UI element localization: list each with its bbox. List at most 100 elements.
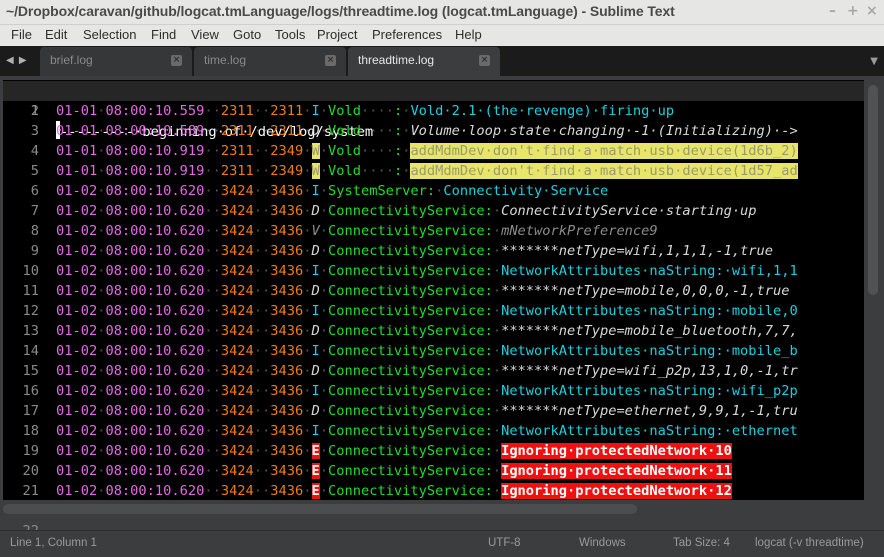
whitespace-marker: ·· xyxy=(204,283,221,299)
log-tag: Vold xyxy=(328,123,361,139)
horizontal-scrollbar-thumb[interactable] xyxy=(3,504,637,514)
log-tag: ConnectivityService xyxy=(328,483,485,499)
close-icon[interactable]: × xyxy=(325,55,336,66)
log-message: Volume·loop·state·changing·-1·(Initializ… xyxy=(410,123,798,139)
log-pid: 3424 xyxy=(220,443,254,459)
log-tag-separator: : xyxy=(484,343,493,359)
log-line: 21 01-02·08:00:10.620··3424··3436·E·Conne… xyxy=(3,481,864,501)
whitespace-marker: ·· xyxy=(204,203,221,219)
log-date: 01-02 xyxy=(56,243,98,259)
log-tag: ConnectivityService xyxy=(328,383,485,399)
line-number: 7 xyxy=(30,203,39,219)
whitespace-marker: · xyxy=(319,143,328,159)
whitespace-marker: ·· xyxy=(253,363,271,379)
log-line: 12 01-02·08:00:10.620··3424··3436·I·Conne… xyxy=(3,301,864,321)
log-line: 7 01-02·08:00:10.620··3424··3436·D·Connec… xyxy=(3,201,864,221)
log-time: 08:00:10.620 xyxy=(105,283,205,299)
log-message: *******netType=wifi_p2p,13,1,0,-1,tr xyxy=(501,363,798,379)
maximize-button[interactable]: + xyxy=(847,3,859,19)
whitespace-marker: ·· xyxy=(204,143,221,159)
whitespace-marker: · xyxy=(492,263,502,279)
line-number: 20 xyxy=(22,463,39,479)
whitespace-marker: ·· xyxy=(253,263,271,279)
close-icon[interactable]: × xyxy=(479,55,490,66)
log-line: 10 01-02·08:00:10.620··3424··3436·I·Conne… xyxy=(3,261,864,281)
line-endings-indicator[interactable]: Windows xyxy=(579,537,626,549)
log-time: 08:00:10.620 xyxy=(105,463,205,479)
menu-find[interactable]: Find xyxy=(151,27,176,42)
log-level: I xyxy=(311,183,320,199)
log-time: 08:00:10.919 xyxy=(105,143,205,159)
menu-help[interactable]: Help xyxy=(455,27,482,42)
log-time: 08:00:10.620 xyxy=(105,203,205,219)
log-line: 9 01-02·08:00:10.620··3424··3436·D·Connec… xyxy=(3,241,864,261)
line-content: 01-02·08:00:10.620··3424··3436·I·Connect… xyxy=(56,301,798,321)
menu-selection[interactable]: Selection xyxy=(83,27,136,42)
whitespace-marker: ·· xyxy=(204,403,221,419)
whitespace-marker: · xyxy=(303,303,312,319)
whitespace-marker: ·· xyxy=(204,243,221,259)
log-level: I xyxy=(311,383,320,399)
log-level: D xyxy=(311,203,320,219)
log-tag: SystemServer xyxy=(328,183,427,199)
whitespace-marker: · xyxy=(303,403,312,419)
log-tid: 3436 xyxy=(270,343,304,359)
title-bar: ~/Dropbox/caravan/github/logcat.tmLangua… xyxy=(0,0,884,25)
tab-nav-arrows-icon[interactable]: ◀ ▶ xyxy=(6,55,28,66)
menu-file[interactable]: File xyxy=(11,27,32,42)
log-date: 01-02 xyxy=(56,323,98,339)
log-level: I xyxy=(311,263,320,279)
log-tid: 3436 xyxy=(270,183,304,199)
log-tag: ConnectivityService xyxy=(328,203,485,219)
tab-label: brief.log xyxy=(50,53,93,67)
syntax-indicator[interactable]: logcat (-v threadtime) xyxy=(755,537,864,549)
log-tag: ConnectivityService xyxy=(328,243,485,259)
horizontal-scrollbar[interactable] xyxy=(3,500,864,522)
minimize-button[interactable]: – xyxy=(829,3,836,19)
whitespace-marker: · xyxy=(303,423,312,439)
line-number: 17 xyxy=(22,403,39,419)
log-time: 08:00:10.620 xyxy=(105,243,205,259)
whitespace-marker: · xyxy=(492,383,502,399)
whitespace-marker: ·· xyxy=(204,323,221,339)
whitespace-marker: · xyxy=(303,283,312,299)
menu-view[interactable]: View xyxy=(191,27,219,42)
line-number: 8 xyxy=(30,223,39,239)
log-date: 01-01 xyxy=(56,103,98,119)
whitespace-marker: · xyxy=(319,403,328,419)
line-content: 01-02·08:00:10.620··3424··3436·I·Connect… xyxy=(56,381,798,401)
whitespace-marker: · xyxy=(303,323,312,339)
log-time: 08:00:10.620 xyxy=(105,263,205,279)
log-line: 14 01-02·08:00:10.620··3424··3436·I·Conne… xyxy=(3,341,864,361)
close-icon[interactable]: × xyxy=(171,55,182,66)
log-tag: ConnectivityService xyxy=(328,363,485,379)
whitespace-marker: ·· xyxy=(204,263,221,279)
whitespace-marker: · xyxy=(319,443,328,459)
line-content: 01-02·08:00:10.620··3424··3436·D·Connect… xyxy=(56,201,757,221)
whitespace-marker: ·· xyxy=(204,343,221,359)
tab-brief-log[interactable]: brief.log × xyxy=(40,47,192,76)
whitespace-marker: · xyxy=(303,163,312,179)
log-date: 01-02 xyxy=(56,423,98,439)
menu-preferences[interactable]: Preferences xyxy=(372,27,442,42)
log-time: 08:00:10.620 xyxy=(105,183,205,199)
log-tag: ConnectivityService xyxy=(328,303,485,319)
tab-time-log[interactable]: time.log × xyxy=(194,47,346,76)
menu-project[interactable]: Project xyxy=(317,27,357,42)
encoding-indicator[interactable]: UTF-8 xyxy=(488,537,521,549)
line-content: 01-02·08:00:10.620··3424··3436·I·Connect… xyxy=(56,261,798,281)
vertical-scrollbar-thumb[interactable] xyxy=(868,85,878,295)
tab-dropdown-icon[interactable]: ▼ xyxy=(870,56,878,67)
menu-goto[interactable]: Goto xyxy=(233,27,261,42)
vertical-scrollbar[interactable] xyxy=(864,80,884,522)
whitespace-marker: ·· xyxy=(253,463,271,479)
log-line: 2 01-01·08:00:10.559··2311··2311·I·Vold··… xyxy=(3,101,864,121)
close-window-button[interactable]: × xyxy=(866,3,878,19)
code-editor[interactable]: 1 ---------·beginning·of·/dev/log/system… xyxy=(3,80,864,539)
tab-size-indicator[interactable]: Tab Size: 4 xyxy=(673,537,730,549)
menu-tools[interactable]: Tools xyxy=(275,27,305,42)
log-tag-separator: : xyxy=(484,223,493,239)
log-level: E xyxy=(311,463,320,479)
tab-threadtime-log[interactable]: threadtime.log × xyxy=(348,47,500,77)
menu-edit[interactable]: Edit xyxy=(45,27,67,42)
